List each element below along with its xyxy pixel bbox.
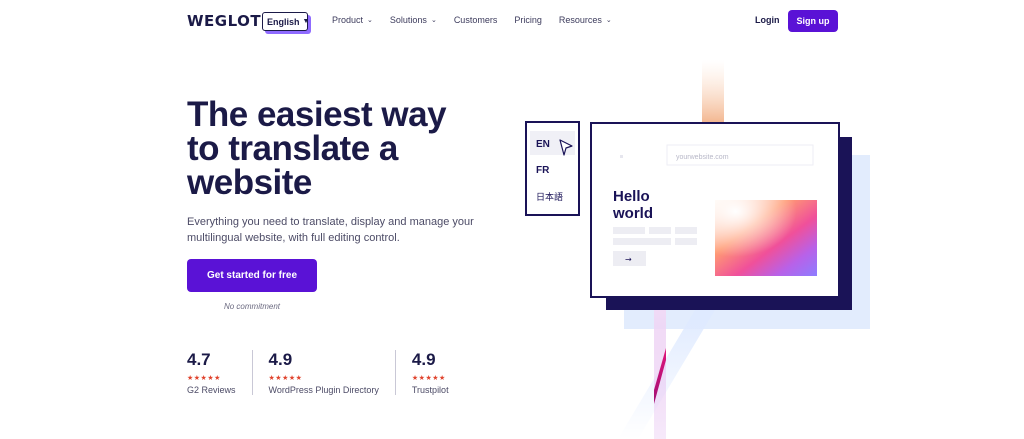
rating-label: WordPress Plugin Directory (268, 385, 379, 395)
hero-subtitle: Everything you need to translate, displa… (187, 216, 474, 244)
rating-stars: ★★★★★ (187, 375, 221, 382)
language-en: EN (536, 139, 550, 150)
chevron-down-icon: ⌄ (605, 17, 612, 24)
menu-item-label: Solutions (389, 15, 427, 25)
weglot-logo[interactable]: WEGLOT (187, 12, 261, 30)
mock-line (675, 227, 697, 234)
rating-stars: ★★★★★ (268, 375, 303, 382)
chevron-down-icon: ⌄ (367, 17, 373, 24)
window-dot (620, 155, 623, 158)
decor-peach-bar (702, 60, 724, 124)
menu-item-solutions[interactable]: Solutions ⌄ (390, 15, 437, 25)
arrow-right-icon: → (625, 255, 632, 264)
menu-item-product[interactable]: Product ⌄ (332, 15, 373, 25)
url-placeholder: yourwebsite.com (676, 154, 729, 161)
menu-item-customers[interactable]: Customers (454, 15, 498, 25)
language-ja: 日本語 (536, 191, 563, 203)
menu-item-resources[interactable]: Resources ⌄ (559, 15, 612, 25)
no-commitment-note: No commitment (223, 302, 280, 311)
mock-line (613, 238, 671, 245)
rating-g2: 4.7 ★★★★★ G2 Reviews (187, 350, 253, 395)
top-nav: WEGLOT English ▼ Product ⌄ Solutions ⌄ C… (0, 0, 1024, 42)
signup-button[interactable]: Sign up (788, 10, 838, 32)
rating-label: G2 Reviews (187, 385, 236, 395)
hero-illustration: yourwebsite.com Hello world → EN FR 日本語 (525, 60, 870, 439)
chevron-down-icon: ⌄ (430, 17, 437, 24)
hero-headline: The easiest way to translate a website (187, 95, 447, 202)
menu-item-label: Customers (453, 15, 498, 25)
rating-label: Trustpilot (411, 385, 449, 395)
get-started-button[interactable]: Get started for free (187, 259, 317, 292)
mock-line (613, 227, 645, 234)
rating-score: 4.9 (268, 350, 293, 369)
language-label: English (267, 16, 300, 27)
rating-trustpilot: 4.9 ★★★★★ Trustpilot (412, 350, 465, 395)
mock-line (675, 238, 697, 245)
language-selector[interactable]: English ▼ (262, 12, 310, 31)
mock-line (649, 227, 671, 234)
rating-stars: ★★★★★ (411, 375, 446, 382)
main-menu: Product ⌄ Solutions ⌄ Customers Pricing … (332, 15, 612, 25)
rating-wordpress: 4.9 ★★★★★ WordPress Plugin Directory (269, 350, 396, 395)
menu-item-pricing[interactable]: Pricing (514, 15, 542, 25)
rating-score: 4.9 (411, 350, 436, 369)
menu-item-label: Resources (558, 15, 602, 25)
rating-score: 4.7 (187, 350, 211, 369)
menu-item-label: Product (332, 15, 364, 25)
mock-heading: Hello world (612, 188, 654, 222)
ratings-row: 4.7 ★★★★★ G2 Reviews 4.9 ★★★★★ WordPress… (187, 350, 481, 395)
decor-light-beam (618, 310, 715, 439)
chevron-down-icon: ▼ (302, 18, 310, 25)
mock-image-glow (715, 200, 817, 276)
login-link[interactable]: Login (755, 15, 780, 25)
menu-item-label: Pricing (514, 15, 542, 25)
language-fr: FR (536, 165, 550, 176)
